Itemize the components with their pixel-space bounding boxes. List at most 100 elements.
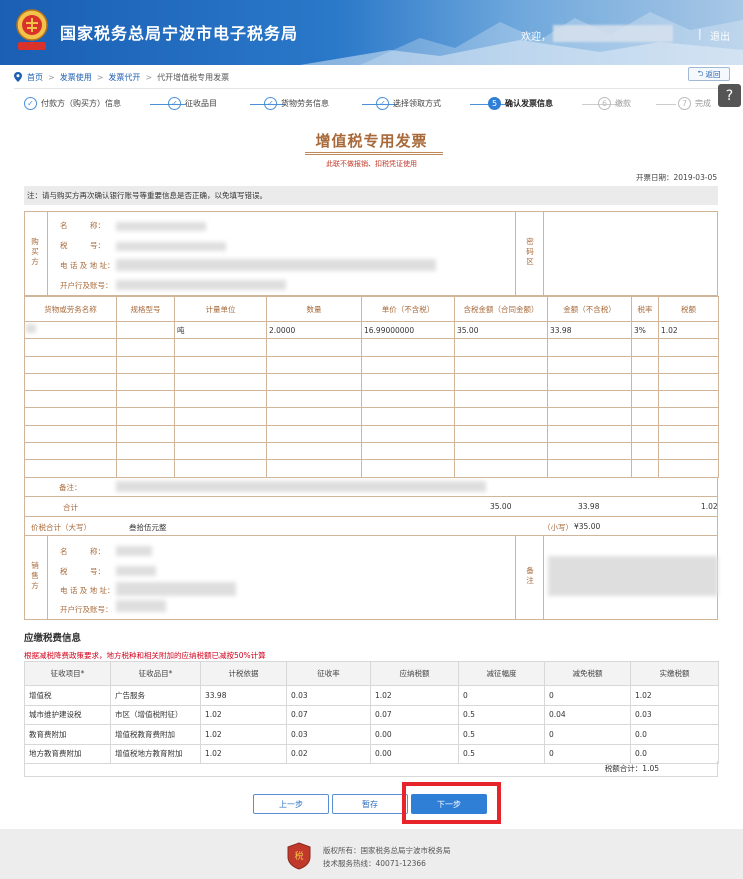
table-cell xyxy=(24,442,117,461)
items-col-header: 税额 xyxy=(658,296,719,322)
redacted-item-name xyxy=(26,324,36,333)
logout-link[interactable]: 退出 xyxy=(710,28,730,43)
table-cell: 0.5 xyxy=(458,724,545,745)
side-char: 购 xyxy=(31,237,39,246)
side-char: 注 xyxy=(526,576,534,585)
step-pickup-method: ✓ 选择领取方式 xyxy=(376,97,441,110)
table-cell xyxy=(116,459,175,478)
items-col-header: 金额（不含税） xyxy=(547,296,632,322)
help-glyph: ? xyxy=(725,87,734,104)
table-row-empty xyxy=(24,442,719,461)
table-cell: 33.98 xyxy=(200,685,287,706)
checkmark-icon: ✓ xyxy=(376,97,389,110)
table-cell xyxy=(116,442,175,461)
table-cell xyxy=(116,338,175,357)
prev-step-button[interactable]: 上一步 xyxy=(253,794,329,814)
table-cell xyxy=(547,407,632,426)
top-banner: 国家税务总局宁波市电子税务局 欢迎， | 退出 xyxy=(0,0,743,65)
step-number-badge: 5 xyxy=(488,97,501,110)
redacted-seller-address xyxy=(116,582,236,596)
table-row: 吨 2.0000 16.99000000 35.00 33.98 3% 1.02 xyxy=(24,320,719,340)
table-row-empty xyxy=(24,355,719,374)
footer-logo-text: 税 xyxy=(294,850,303,862)
breadcrumb-invoice-use[interactable]: 发票使用 xyxy=(60,72,92,83)
step-label: 征收品目 xyxy=(185,99,217,108)
tax-total: 税额合计：1.05 xyxy=(24,761,718,777)
save-draft-button[interactable]: 暂存 xyxy=(332,794,408,814)
step-label: 付款方（购买方）信息 xyxy=(41,99,121,108)
table-cell: 增值税 xyxy=(24,685,111,706)
back-button[interactable]: ⮌ 返回 xyxy=(688,67,730,81)
seller-side-label: 销 售 方 xyxy=(27,561,43,591)
table-cell xyxy=(361,459,455,478)
redacted-buyer-name xyxy=(116,222,206,231)
footer-copyright: 版权所有：国家税务总局宁波市税务局 xyxy=(323,846,451,855)
grand-total-label: 价税合计（大写） xyxy=(31,523,91,532)
tax-col-header: 减免税额 xyxy=(544,661,631,686)
table-row-empty xyxy=(24,372,719,392)
tax-col-header: 减征幅度 xyxy=(458,661,545,686)
tax-col-header: 计税依据 xyxy=(200,661,287,686)
username-redacted xyxy=(553,25,673,42)
invoice-subtitle: 此联不做报销、扣税凭证使用 xyxy=(326,160,417,168)
step-connector xyxy=(656,104,676,105)
table-cell xyxy=(24,355,117,374)
table-cell xyxy=(631,459,659,478)
table-cell: 0.03 xyxy=(286,724,371,745)
total-amount: 33.98 xyxy=(578,502,600,511)
remark-label: 备注： xyxy=(59,483,82,492)
total-amount-taxed: 35.00 xyxy=(490,502,512,511)
total-tax: 1.02 xyxy=(701,502,718,511)
breadcrumb: 首页 > 发票使用 > 发票代开 > 代开增值税专用发票 xyxy=(14,70,229,84)
buyer-address-label: 电 话 及 地 址： xyxy=(60,261,115,270)
table-cell xyxy=(266,442,362,461)
back-arrow-icon: ⮌ xyxy=(697,68,704,78)
side-char: 买 xyxy=(31,247,39,256)
tax-emblem-icon xyxy=(16,9,48,50)
table-cell xyxy=(631,355,659,374)
side-char: 方 xyxy=(31,581,39,590)
table-cell: 16.99000000 xyxy=(361,320,455,340)
table-cell: 0.03 xyxy=(286,685,371,706)
step-label: 完成 xyxy=(695,99,711,108)
table-cell xyxy=(116,320,175,340)
table-cell xyxy=(174,355,267,374)
step-label: 确认发票信息 xyxy=(505,99,553,108)
table-cell: 0.07 xyxy=(286,704,371,725)
table-cell xyxy=(454,390,548,409)
table-cell xyxy=(174,442,267,461)
table-row-empty xyxy=(24,338,719,357)
step-buyer-info: ✓ 付款方（购买方）信息 xyxy=(24,97,121,110)
side-char: 销 xyxy=(31,561,39,570)
grand-total-small: ¥35.00 xyxy=(574,522,601,531)
side-char: 方 xyxy=(31,257,39,266)
table-cell: 1.02 xyxy=(370,685,459,706)
breadcrumb-separator: > xyxy=(48,72,55,82)
table-cell: 0.0 xyxy=(630,724,719,745)
site-title: 国家税务总局宁波市电子税务局 xyxy=(60,24,299,43)
table-cell xyxy=(116,390,175,409)
step-number-badge: 6 xyxy=(598,97,611,110)
table-cell xyxy=(631,442,659,461)
table-cell xyxy=(454,424,548,444)
table-cell xyxy=(266,390,362,409)
items-col-header: 计量单位 xyxy=(174,296,267,322)
welcome-text: 欢迎， xyxy=(521,32,551,43)
table-cell: 0.07 xyxy=(370,704,459,725)
side-char: 码 xyxy=(526,247,534,256)
breadcrumb-separator: > xyxy=(96,72,104,82)
step-label: 货物劳务信息 xyxy=(281,99,329,108)
redacted-seller-bank xyxy=(116,600,166,612)
table-cell: 1.02 xyxy=(658,320,719,340)
table-cell xyxy=(266,372,362,392)
breadcrumb-invoice-issue[interactable]: 发票代开 xyxy=(108,72,140,83)
table-cell xyxy=(116,407,175,426)
table-cell xyxy=(361,355,455,374)
table-cell xyxy=(24,338,117,357)
breadcrumb-home[interactable]: 首页 xyxy=(27,72,43,83)
breadcrumb-current: 代开增值税专用发票 xyxy=(157,72,230,82)
side-char: 备 xyxy=(526,566,534,575)
table-cell: 0.5 xyxy=(458,704,545,725)
table-cell: 3% xyxy=(631,320,659,340)
table-cell: 增值税教育费附加 xyxy=(110,724,201,745)
